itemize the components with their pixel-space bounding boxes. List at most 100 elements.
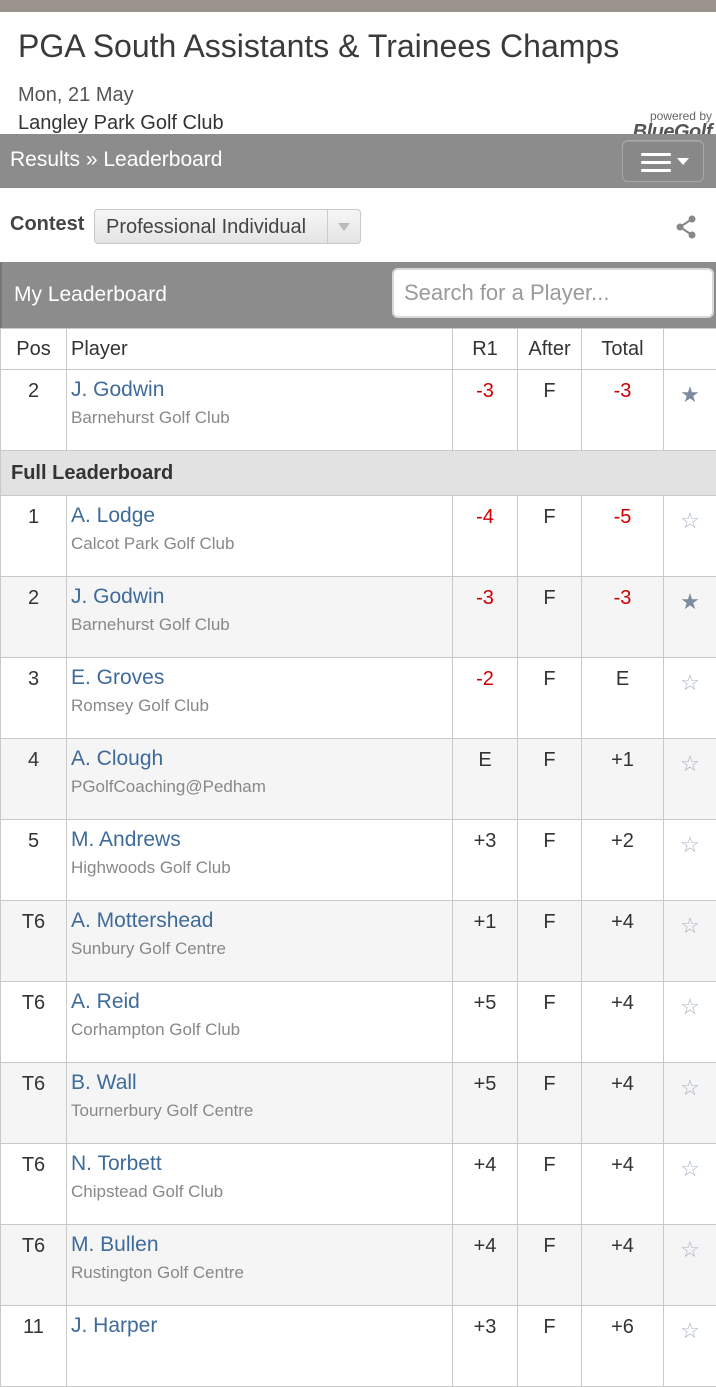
r1-score-cell: +4 <box>453 1144 518 1225</box>
table-row[interactable]: 2J. GodwinBarnehurst Golf Club-3F-3★ <box>1 577 716 658</box>
player-club: Barnehurst Golf Club <box>71 408 452 428</box>
table-row[interactable]: T6M. BullenRustington Golf Centre+4F+4☆ <box>1 1225 716 1306</box>
contest-select-value: Professional Individual <box>106 216 306 239</box>
star-outline-icon[interactable]: ☆ <box>680 1318 700 1343</box>
star-outline-icon[interactable]: ☆ <box>680 1156 700 1181</box>
player-club: Calcot Park Golf Club <box>71 534 452 554</box>
column-header-pos[interactable]: Pos <box>1 329 67 370</box>
player-name-link[interactable]: B. Wall <box>71 1071 452 1095</box>
r1-score-cell: +3 <box>453 820 518 901</box>
event-date: Mon, 21 May <box>18 84 134 107</box>
table-row[interactable]: T6A. ReidCorhampton Golf Club+5F+4☆ <box>1 982 716 1063</box>
position-cell: 3 <box>1 658 67 739</box>
player-name-link[interactable]: M. Bullen <box>71 1233 452 1257</box>
position-cell: 2 <box>1 577 67 658</box>
favorite-cell: ☆ <box>664 820 716 901</box>
my-leaderboard-bar: My Leaderboard <box>0 262 716 328</box>
hamburger-icon <box>641 153 671 177</box>
r1-score-cell: -4 <box>453 496 518 577</box>
favorite-cell: ☆ <box>664 658 716 739</box>
player-name-link[interactable]: J. Harper <box>71 1314 452 1338</box>
player-cell: E. Groves Romsey Golf Club <box>67 658 453 739</box>
after-cell: F <box>518 496 582 577</box>
player-name-link[interactable]: E. Groves <box>71 666 452 690</box>
position-cell: 2 <box>1 370 67 451</box>
player-club: PGolfCoaching@Pedham <box>71 777 452 797</box>
table-header-row: Pos Player R1 After Total <box>1 329 716 370</box>
breadcrumb[interactable]: Results » Leaderboard <box>10 148 222 172</box>
total-score-cell: +4 <box>582 1063 664 1144</box>
player-name-link[interactable]: A. Clough <box>71 747 452 771</box>
after-cell: F <box>518 901 582 982</box>
total-score-cell: +4 <box>582 901 664 982</box>
player-name-link[interactable]: A. Lodge <box>71 504 452 528</box>
star-outline-icon[interactable]: ☆ <box>680 832 700 857</box>
player-name-link[interactable]: A. Mottershead <box>71 909 452 933</box>
column-header-player[interactable]: Player <box>67 329 453 370</box>
share-icon[interactable] <box>674 214 698 240</box>
star-outline-icon[interactable]: ☆ <box>680 670 700 695</box>
table-row[interactable]: 1A. LodgeCalcot Park Golf Club-4F-5☆ <box>1 496 716 577</box>
player-club: Romsey Golf Club <box>71 696 452 716</box>
player-search-input[interactable] <box>392 268 714 318</box>
after-cell: F <box>518 1144 582 1225</box>
total-score-cell: -5 <box>582 496 664 577</box>
r1-score-cell: -2 <box>453 658 518 739</box>
player-cell: J. Godwin Barnehurst Golf Club <box>67 370 453 451</box>
player-name-link[interactable]: N. Torbett <box>71 1152 452 1176</box>
star-outline-icon[interactable]: ☆ <box>680 994 700 1019</box>
column-header-r1[interactable]: R1 <box>453 329 518 370</box>
total-score-cell: -3 <box>582 577 664 658</box>
star-outline-icon[interactable]: ☆ <box>680 508 700 533</box>
table-row[interactable]: T6A. MottersheadSunbury Golf Centre+1F+4… <box>1 901 716 982</box>
player-cell: A. Mottershead Sunbury Golf Centre <box>67 901 453 982</box>
player-club: Chipstead Golf Club <box>71 1182 452 1202</box>
contest-select[interactable]: Professional Individual <box>94 209 361 244</box>
player-name-link[interactable]: J. Godwin <box>71 378 452 402</box>
navigation-bar: Results » Leaderboard <box>0 134 716 188</box>
column-header-total[interactable]: Total <box>582 329 664 370</box>
star-outline-icon[interactable]: ☆ <box>680 751 700 776</box>
player-cell: A. Clough PGolfCoaching@Pedham <box>67 739 453 820</box>
table-row[interactable]: T6B. WallTournerbury Golf Centre+5F+4☆ <box>1 1063 716 1144</box>
full-leaderboard-section: Full Leaderboard <box>1 451 716 496</box>
full-leaderboard-title: Full Leaderboard <box>1 451 716 496</box>
player-club: Barnehurst Golf Club <box>71 615 452 635</box>
table-row[interactable]: T6N. TorbettChipstead Golf Club+4F+4☆ <box>1 1144 716 1225</box>
star-filled-icon[interactable]: ★ <box>680 589 700 614</box>
position-cell: T6 <box>1 1225 67 1306</box>
after-cell: F <box>518 982 582 1063</box>
player-name-link[interactable]: J. Godwin <box>71 585 452 609</box>
player-club: Highwoods Golf Club <box>71 858 452 878</box>
after-cell: F <box>518 658 582 739</box>
player-name-link[interactable]: M. Andrews <box>71 828 452 852</box>
table-row[interactable]: 5M. AndrewsHighwoods Golf Club+3F+2☆ <box>1 820 716 901</box>
column-header-after[interactable]: After <box>518 329 582 370</box>
star-filled-icon[interactable]: ★ <box>680 382 700 407</box>
star-outline-icon[interactable]: ☆ <box>680 913 700 938</box>
total-score-cell: +4 <box>582 982 664 1063</box>
column-header-star <box>664 329 716 370</box>
player-club: Tournerbury Golf Centre <box>71 1101 452 1121</box>
total-score-cell: +6 <box>582 1306 664 1387</box>
menu-button[interactable] <box>622 140 704 182</box>
table-row[interactable]: 3E. GrovesRomsey Golf Club-2FE☆ <box>1 658 716 739</box>
total-score-cell: -3 <box>582 370 664 451</box>
player-name-link[interactable]: A. Reid <box>71 990 452 1014</box>
player-cell: M. BullenRustington Golf Centre <box>67 1225 453 1306</box>
favorite-cell: ☆ <box>664 901 716 982</box>
r1-score-cell: +3 <box>453 1306 518 1387</box>
table-row[interactable]: 11J. Harper+3F+6☆ <box>1 1306 716 1387</box>
position-cell: T6 <box>1 1144 67 1225</box>
position-cell: 5 <box>1 820 67 901</box>
star-outline-icon[interactable]: ☆ <box>680 1075 700 1100</box>
player-club: Sunbury Golf Centre <box>71 939 452 959</box>
star-outline-icon[interactable]: ☆ <box>680 1237 700 1262</box>
total-score-cell: +2 <box>582 820 664 901</box>
table-row[interactable]: 4A. CloughPGolfCoaching@PedhamEF+1☆ <box>1 739 716 820</box>
contest-row: Contest Professional Individual <box>0 188 716 262</box>
after-cell: F <box>518 739 582 820</box>
table-row[interactable]: 2J. GodwinBarnehurst Golf Club-3F-3★ <box>1 370 716 451</box>
after-cell: F <box>518 1225 582 1306</box>
event-header: PGA South Assistants & Trainees Champs M… <box>0 12 716 134</box>
